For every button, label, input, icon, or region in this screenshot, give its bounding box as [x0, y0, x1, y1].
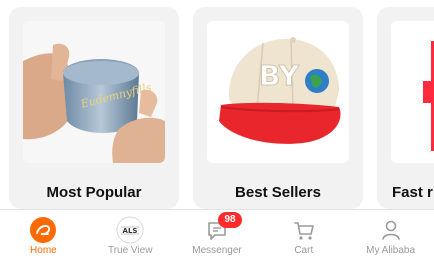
tab-label: True View — [107, 245, 153, 256]
product-image — [391, 21, 434, 163]
cart-icon — [290, 216, 318, 244]
category-card-best-sellers[interactable]: BY Best Sellers — [193, 7, 363, 209]
tab-label: Messenger — [192, 245, 242, 256]
baseball-cap-product-image: BY — [207, 21, 349, 163]
category-label: Most Popular — [46, 184, 142, 201]
als-icon: ALS — [116, 216, 144, 244]
category-card-most-popular[interactable]: Eudemnyfills Most Popular — [9, 7, 179, 209]
tab-true-view[interactable]: ALS True View — [87, 210, 174, 259]
cap-letters-text: BY — [259, 59, 300, 92]
tab-label: My Alibaba — [366, 245, 416, 256]
tab-label: Cart — [294, 245, 314, 256]
tab-home[interactable]: Home — [0, 210, 87, 259]
tab-label: Home — [30, 245, 57, 256]
tin-can-product-image: Eudemnyfills — [23, 21, 165, 163]
messenger-unread-badge: 98 — [218, 212, 242, 228]
category-card-fast[interactable]: Fast r — [377, 7, 434, 209]
als-icon-text: ALS — [123, 227, 138, 235]
category-label: Fast r — [392, 184, 433, 201]
person-icon — [377, 216, 405, 244]
tab-cart[interactable]: Cart — [260, 210, 347, 259]
alibaba-home-icon — [29, 216, 57, 244]
tab-messenger[interactable]: Messenger — [174, 210, 261, 259]
category-label: Best Sellers — [235, 184, 321, 201]
tab-my-alibaba[interactable]: My Alibaba — [347, 210, 434, 259]
category-carousel: Eudemnyfills Most Popular BY Best Seller… — [0, 0, 434, 209]
bottom-tab-bar: Home ALS True View Messenger Cart My Ali… — [0, 209, 434, 259]
